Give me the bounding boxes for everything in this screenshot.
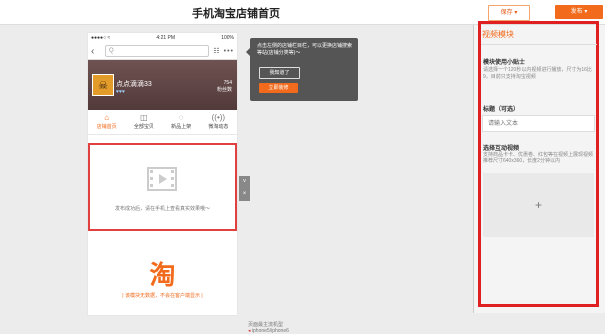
- tab-label: 全部宝贝: [133, 124, 154, 130]
- shop-rating-hearts: ♥♥♥: [116, 89, 125, 95]
- video-upload-button[interactable]: +: [483, 173, 594, 237]
- title-input[interactable]: [482, 115, 595, 132]
- tab-label: 微淘动态: [208, 124, 229, 130]
- taobao-logo: 淘: [149, 260, 176, 290]
- device-note: 页面最主流机型 ◂ iphone5/iphone6: [248, 322, 289, 334]
- panel-title: 视频模块: [482, 30, 514, 39]
- shop-search-input[interactable]: Q: [105, 45, 210, 57]
- got-it-button[interactable]: 我知道了: [259, 67, 300, 79]
- video-film-icon: [147, 167, 177, 191]
- shop-logo: ☠: [92, 74, 114, 96]
- tooltip-text: 点击左侧的店铺栏目栏，可以更换店铺搜索等站(店铺分类等)～: [257, 43, 353, 56]
- editor-canvas: ●●●●○ ≈ 4:21 PM 100% ‹ Q ☷ ••• ☠ 点点滴滴33 …: [0, 25, 472, 334]
- close-icon[interactable]: ×: [239, 188, 250, 200]
- tab-label: 店铺首页: [96, 124, 117, 130]
- save-button[interactable]: 保存 ▾: [488, 5, 530, 21]
- module-side-controls: ˅ ×: [239, 176, 250, 201]
- guide-tooltip: 点击左侧的店铺栏目栏，可以更换店铺搜索等站(店铺分类等)～ 我知道了 立即装修: [246, 38, 358, 101]
- video-select-label: 选择互动视频: [483, 146, 520, 152]
- decorate-now-button[interactable]: 立即装修: [259, 83, 298, 93]
- grid-menu-icon[interactable]: ☷ •••: [213, 47, 234, 55]
- module-empty-hint: | 该模块无数据，不会在客户端显示 |: [122, 293, 203, 299]
- status-time: 4:21 PM: [156, 35, 176, 41]
- chevron-down-icon[interactable]: ˅: [239, 176, 250, 188]
- home-icon: ⌂: [104, 113, 110, 122]
- fans-label: 粉丝数: [216, 87, 232, 93]
- phone-preview: ●●●●○ ≈ 4:21 PM 100% ‹ Q ☷ ••• ☠ 点点滴滴33 …: [88, 33, 237, 315]
- fans-count: 754 粉丝数: [217, 80, 232, 94]
- tab-new-arrivals[interactable]: ◌ 新品上架: [163, 110, 200, 134]
- shop-name: 点点滴滴33: [116, 81, 152, 88]
- title-field-label: 标题（可选）: [483, 107, 520, 113]
- plus-icon: +: [534, 198, 542, 212]
- tab-all-items[interactable]: ◫ 全部宝贝: [125, 110, 162, 134]
- arrow-left-icon: ◂: [248, 328, 251, 334]
- video-caption: 发布成功后，请在手机上查看真实效果哦～: [114, 206, 210, 212]
- publish-button[interactable]: 发布 ▾: [555, 5, 603, 19]
- back-icon[interactable]: ‹: [91, 46, 101, 57]
- video-select-desc: 支持商品卡卡、优惠卷、红包等在视频上展现视频推荐尺寸640x360，长度2分钟以…: [483, 152, 594, 164]
- tips-title: 模块使用小贴士: [483, 60, 526, 66]
- video-module-preview[interactable]: 发布成功后，请在手机上查看真实效果哦～: [88, 143, 237, 231]
- tips-text: 请选择一个120秒以内视频进行播放，尺寸为16比9，目前只支持淘宝视频: [483, 67, 592, 80]
- shop-banner[interactable]: ☠ 点点滴滴33 ♥♥♥ 754 粉丝数: [88, 60, 237, 110]
- bag-icon: ◫: [140, 113, 148, 122]
- tab-shop-home[interactable]: ⌂ 店铺首页: [88, 110, 125, 134]
- tab-weitao[interactable]: ((•)) 微淘动态: [200, 110, 237, 134]
- panel-divider: [481, 44, 597, 45]
- signal-indicator: ●●●●○ ≈: [91, 35, 111, 41]
- tab-label: 新品上架: [171, 124, 192, 130]
- battery-indicator: 100%: [221, 35, 234, 41]
- device-note-line2: iphone5/iphone6: [251, 328, 289, 334]
- shop-nav-tabs: ⌂ 店铺首页 ◫ 全部宝贝 ◌ 新品上架 ((•)) 微淘动态: [88, 110, 237, 135]
- chat-icon: ◌: [178, 113, 184, 122]
- phone-status-bar: ●●●●○ ≈ 4:21 PM 100%: [88, 33, 237, 43]
- page-title: 手机淘宝店铺首页: [192, 8, 280, 20]
- phone-search-row: ‹ Q ☷ •••: [88, 43, 237, 60]
- broadcast-icon: ((•)): [211, 113, 226, 122]
- search-icon: Q: [109, 48, 114, 54]
- fans-number: 754: [223, 80, 232, 86]
